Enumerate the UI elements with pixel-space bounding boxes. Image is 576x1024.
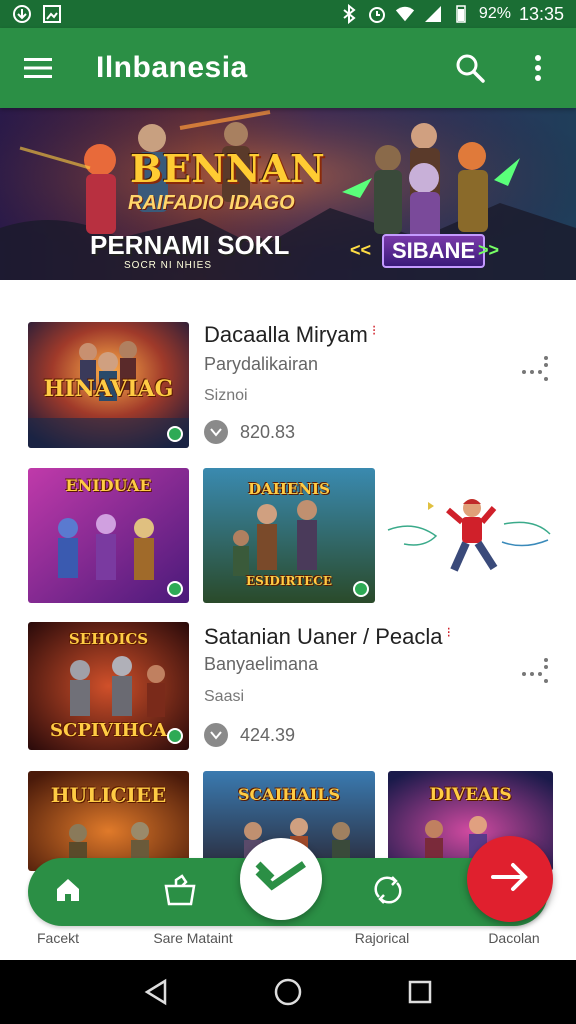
grid-thumbnail-label: HULICIEE <box>50 783 167 807</box>
grid-thumbnail[interactable]: ENIDUAE <box>28 468 189 603</box>
item-subtitle: Banyaelimana <box>204 654 319 674</box>
nav-item-shop[interactable] <box>156 868 204 916</box>
banner-subtitle: RAIFADIO IDAGO <box>128 192 295 214</box>
item-title[interactable]: Satanian Uaner / Peacla ⁝ <box>204 624 451 650</box>
system-nav-bar <box>0 960 576 1024</box>
grid-thumbnail-label: ENIDUAE <box>65 476 152 495</box>
signal-icon <box>423 4 443 24</box>
center-action-button[interactable] <box>240 838 322 920</box>
verified-icon <box>167 426 183 442</box>
item-price: 820.83 <box>204 420 295 444</box>
refresh-icon <box>371 873 405 912</box>
verified-icon <box>167 581 183 597</box>
item-thumbnail-label: SCPIVIHCA <box>50 720 167 741</box>
banner-tag-right: SIBANE <box>382 234 486 268</box>
item-title-text: Satanian Uaner / Peacla <box>204 624 443 649</box>
nav-item-home[interactable] <box>44 868 92 916</box>
item-title[interactable]: Dacaalla Miryam ⁝ <box>204 322 376 348</box>
coin-icon <box>204 420 228 444</box>
search-icon[interactable] <box>454 52 486 84</box>
new-dot-icon: ⁝ <box>371 322 377 338</box>
status-bar: 92% 13:35 <box>0 0 576 28</box>
grid-thumbnail-label: DAHENIS <box>248 480 330 498</box>
item-thumbnail-label: HINAVIAG <box>43 376 174 402</box>
image-icon <box>42 4 62 24</box>
item-more-button[interactable] <box>518 350 552 384</box>
banner-arrow-right: >> <box>478 240 500 260</box>
banner-arrow-left: << <box>350 240 372 260</box>
banner-tag-left: PERNAMI SOKL <box>90 230 290 260</box>
nav-label-refresh[interactable]: Rajorical <box>340 930 424 946</box>
item-thumbnail[interactable]: HINAVIAG <box>28 322 189 448</box>
more-vert-icon[interactable] <box>522 52 554 84</box>
banner-title: BENNAN <box>130 146 325 191</box>
recents-icon[interactable] <box>400 972 440 1012</box>
item-more-button[interactable] <box>518 652 552 686</box>
grid-thumbnail-label: SCAIHAILS <box>237 785 340 804</box>
app-title: Ilnbanesia <box>96 51 248 84</box>
item-price-value: 820.83 <box>240 421 296 442</box>
clock: 13:35 <box>518 3 564 24</box>
grid-thumbnail-sublabel: ESIDIRTECE <box>246 574 332 588</box>
arrow-right-icon <box>491 862 529 897</box>
battery-icon <box>451 4 471 24</box>
home-circle-icon[interactable] <box>268 972 308 1012</box>
verified-icon <box>353 581 369 597</box>
battery-percent: 92% <box>478 5 511 22</box>
item-price-value: 424.39 <box>240 724 296 745</box>
menu-icon[interactable] <box>22 52 54 84</box>
verified-icon <box>167 728 183 744</box>
item-thumbnail[interactable]: SEHOICS SCPIVIHCA <box>28 622 189 750</box>
item-price: 424.39 <box>204 723 295 747</box>
grid-thumbnail[interactable]: DAHENIS ESIDIRTECE <box>203 468 375 603</box>
hero-banner[interactable]: BENNAN RAIFADIO IDAGO PERNAMI SOKL SOCR … <box>0 108 576 280</box>
coin-icon <box>204 723 228 747</box>
alarm-icon <box>367 4 387 24</box>
app-bar: Ilnbanesia <box>0 28 576 108</box>
bag-icon <box>162 873 198 911</box>
mascot-illustration <box>384 490 554 590</box>
item-thumbnail-toplabel: SEHOICS <box>68 630 149 648</box>
nav-label-shop[interactable]: Sare Mataint <box>138 930 248 946</box>
back-icon[interactable] <box>136 972 176 1012</box>
item-meta: Siznoi <box>204 387 248 404</box>
download-icon <box>12 4 32 24</box>
new-dot-icon: ⁝ <box>446 624 451 640</box>
grid-thumbnail[interactable]: HULICIEE <box>28 771 189 871</box>
item-meta: Saasi <box>204 688 245 705</box>
check-icon <box>254 860 308 899</box>
nav-label-home[interactable]: Facekt <box>22 930 94 946</box>
nav-item-refresh[interactable] <box>364 868 412 916</box>
item-title-text: Dacaalla Miryam <box>204 322 368 347</box>
home-icon <box>53 875 83 910</box>
grid-thumbnail-label: DIVEAIS <box>429 785 512 805</box>
bluetooth-icon <box>339 4 359 24</box>
next-action-button[interactable] <box>467 836 553 922</box>
nav-label-next[interactable]: Dacolan <box>476 930 552 946</box>
banner-tag-left-sub: SOCR NI NHIES <box>124 260 213 271</box>
item-subtitle: Parydalikairan <box>204 354 319 374</box>
wifi-icon <box>395 4 415 24</box>
